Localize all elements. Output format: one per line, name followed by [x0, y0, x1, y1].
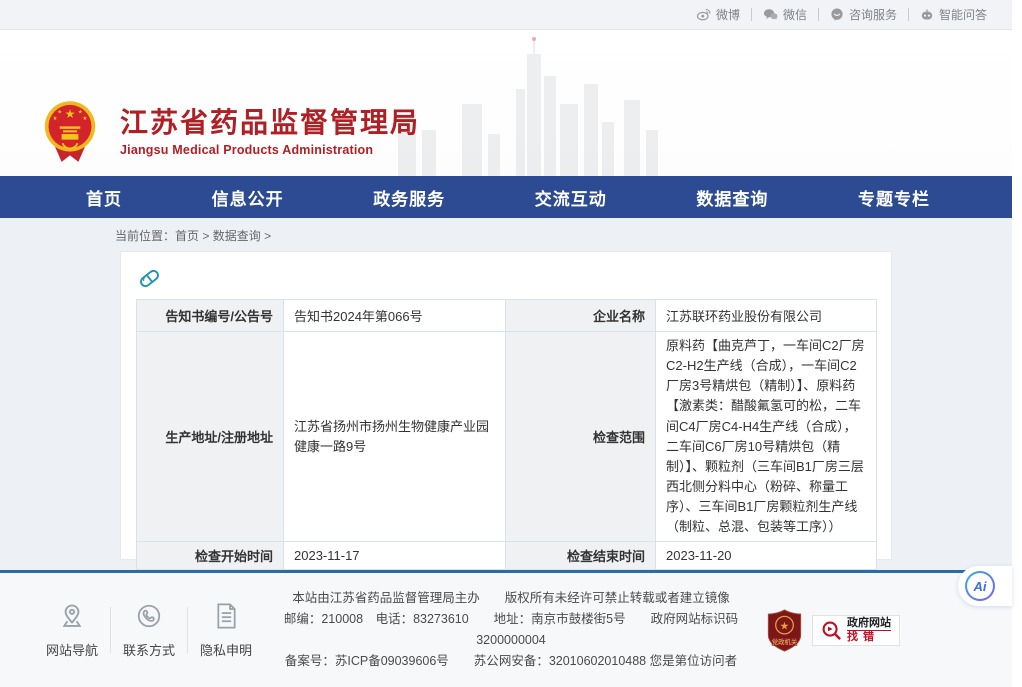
footer-badges: ★ 党政机关 政府网站 找错	[766, 609, 900, 652]
ai-assistant-button[interactable]: Ai	[965, 571, 995, 601]
table-row: 检查开始时间 2023-11-17 检查结束时间 2023-11-20	[137, 542, 877, 570]
footer-line-host: 本站由江苏省药品监督管理局主办 版权所有未经许可禁止转载或者建立镜像	[264, 588, 758, 609]
footer-link-label: 联系方式	[119, 640, 179, 659]
footer-link-label: 网站导航	[42, 640, 102, 659]
table-row: 生产地址/注册地址 江苏省扬州市扬州生物健康产业园健康一路9号 检查范围 原料药…	[137, 332, 877, 542]
privacy-icon	[214, 602, 239, 630]
badge-find-label: 找错	[847, 630, 891, 644]
topbar-item-label: 微信	[783, 6, 807, 23]
table-row: 告知书编号/公告号 告知书2024年第066号 企业名称 江苏联环药业股份有限公…	[137, 300, 877, 332]
party-gov-badge[interactable]: ★ 党政机关	[766, 609, 803, 652]
svg-text:★: ★	[78, 108, 83, 115]
page: 微博 微信 咨询服务 智能问答	[0, 0, 1012, 687]
breadcrumb: 当前位置：首页 > 数据查询 >	[115, 227, 1012, 250]
footer-divider	[187, 607, 188, 653]
breadcrumb-home-link[interactable]: 首页	[175, 229, 199, 243]
field-value-notice-no: 告知书2024年第066号	[284, 300, 506, 332]
topbar-item-weibo[interactable]: 微博	[685, 6, 751, 23]
footer-info: 本站由江苏省药品监督管理局主办 版权所有未经许可禁止转载或者建立镜像 邮编：21…	[256, 588, 766, 672]
badge-site-label: 政府网站	[847, 617, 891, 629]
brand: ★ ★ ★ ★ ★ 江苏省药品监督管理局 Jiangsu Medical Pro…	[42, 100, 420, 164]
breadcrumb-data-query-link[interactable]: 数据查询	[213, 229, 261, 243]
field-value-start: 2023-11-17	[284, 542, 506, 570]
footer-link-privacy[interactable]: 隐私申明	[196, 602, 256, 659]
smart-qa-icon	[920, 8, 934, 22]
ai-assistant-widget: Ai	[958, 566, 1012, 606]
site-subtitle: Jiangsu Medical Products Administration	[120, 143, 420, 157]
svg-text:★: ★	[53, 115, 58, 122]
field-value-address: 江苏省扬州市扬州生物健康产业园健康一路9号	[284, 332, 506, 542]
breadcrumb-separator: >	[202, 229, 209, 243]
nav-item-gov-services[interactable]: 政务服务	[373, 185, 445, 210]
footer-link-site-nav[interactable]: 网站导航	[42, 602, 102, 659]
topbar-item-consult[interactable]: 咨询服务	[819, 6, 908, 23]
gov-site-error-report-badge[interactable]: 政府网站 找错	[812, 615, 900, 646]
main-nav: 首页 信息公开 政务服务 交流互动 数据查询 专题专栏	[0, 176, 1012, 218]
breadcrumb-separator: >	[264, 229, 271, 243]
site-header: ★ ★ ★ ★ ★ 江苏省药品监督管理局 Jiangsu Medical Pro…	[0, 30, 1012, 176]
footer-link-label: 隐私申明	[196, 640, 256, 659]
consult-service-icon	[830, 8, 844, 22]
field-label-end: 检查结束时间	[506, 542, 656, 570]
svg-text:★: ★	[780, 620, 790, 632]
topbar-item-wechat[interactable]: 微信	[752, 6, 818, 23]
contact-icon	[135, 602, 163, 630]
svg-text:★: ★	[65, 107, 76, 121]
pill-icon	[136, 265, 163, 292]
nav-item-special-topics[interactable]: 专题专栏	[858, 185, 930, 210]
weibo-icon	[696, 8, 711, 21]
topbar-item-label: 咨询服务	[849, 6, 897, 23]
field-label-start: 检查开始时间	[137, 542, 284, 570]
footer-link-contact[interactable]: 联系方式	[119, 602, 179, 659]
breadcrumb-prefix: 当前位置：	[115, 229, 175, 243]
field-label-scope: 检查范围	[506, 332, 656, 542]
footer-links: 网站导航 联系方式 隐私申明	[42, 602, 256, 659]
topbar: 微博 微信 咨询服务 智能问答	[0, 0, 1012, 30]
field-label-company: 企业名称	[506, 300, 656, 332]
footer: 网站导航 联系方式 隐私申明 本站由江苏省药品监督管理局主办 版权所有未经许可禁…	[0, 570, 1012, 687]
brand-text: 江苏省药品监督管理局 Jiangsu Medical Products Admi…	[120, 108, 420, 157]
nav-item-interaction[interactable]: 交流互动	[535, 185, 607, 210]
footer-line-icp: 备案号：苏ICP备09039606号 苏公网安备：32010602010488 …	[264, 651, 758, 672]
field-value-scope: 原料药【曲克芦丁，一车间C2厂房C2-H2生产线（合成），一车间C2厂房3号精烘…	[656, 332, 877, 542]
field-label-notice-no: 告知书编号/公告号	[137, 300, 284, 332]
field-value-company: 江苏联环药业股份有限公司	[656, 300, 877, 332]
detail-card: 告知书编号/公告号 告知书2024年第066号 企业名称 江苏联环药业股份有限公…	[120, 251, 892, 560]
topbar-item-label: 智能问答	[939, 6, 987, 23]
badge-text: 政府网站 找错	[847, 617, 891, 644]
footer-line-contact: 邮编：210008 电话：83273610 地址：南京市鼓楼街5号 政府网站标识…	[264, 609, 758, 651]
nav-item-home[interactable]: 首页	[86, 185, 122, 210]
site-nav-icon	[58, 602, 86, 630]
site-title: 江苏省药品监督管理局	[120, 108, 420, 138]
svg-text:★: ★	[82, 115, 87, 122]
footer-divider	[110, 607, 111, 653]
find-error-magnifier-icon	[821, 620, 842, 641]
nav-item-info-disclosure[interactable]: 信息公开	[212, 185, 284, 210]
city-skyline-graphic	[388, 34, 678, 176]
svg-text:党政机关: 党政机关	[772, 636, 798, 645]
svg-text:★: ★	[57, 108, 62, 115]
field-label-address: 生产地址/注册地址	[137, 332, 284, 542]
nav-item-data-query[interactable]: 数据查询	[696, 185, 768, 210]
topbar-item-smart-qa[interactable]: 智能问答	[909, 6, 998, 23]
card-icon-row	[136, 265, 876, 299]
main-content: 当前位置：首页 > 数据查询 > 告知书编号/公告号	[0, 218, 1012, 570]
wechat-icon	[763, 8, 778, 21]
national-emblem-logo: ★ ★ ★ ★ ★	[42, 100, 98, 164]
field-value-end: 2023-11-20	[656, 542, 877, 570]
topbar-item-label: 微博	[716, 6, 740, 23]
